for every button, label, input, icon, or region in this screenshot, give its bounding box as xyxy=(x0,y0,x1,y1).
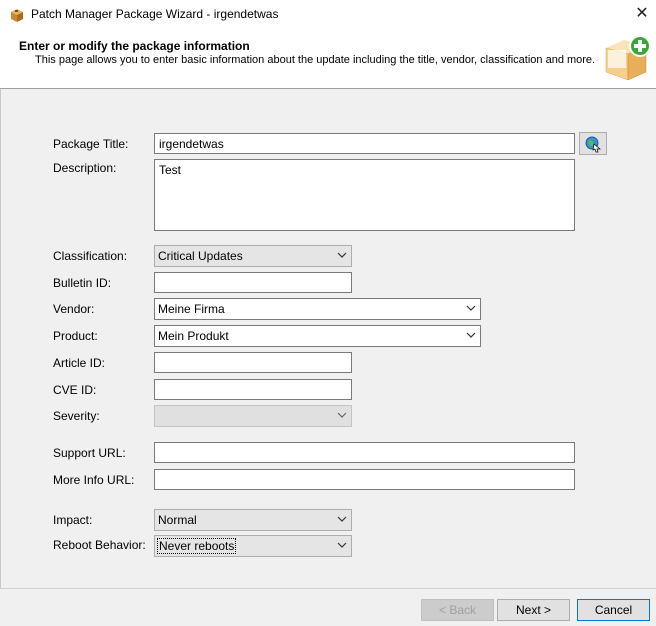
cve-id-label: CVE ID: xyxy=(53,383,97,397)
chevron-down-icon xyxy=(337,252,347,258)
globe-lookup-icon xyxy=(585,136,601,153)
product-label: Product: xyxy=(53,329,98,343)
vendor-combobox[interactable]: Meine Firma xyxy=(154,298,481,320)
support-url-label: Support URL: xyxy=(53,446,126,460)
package-title-input[interactable]: irgendetwas xyxy=(154,133,575,154)
classification-value: Critical Updates xyxy=(158,249,243,263)
page-subtitle: This page allows you to enter basic info… xyxy=(35,54,596,66)
article-id-input[interactable] xyxy=(154,352,352,373)
package-title-label: Package Title: xyxy=(53,137,129,151)
chevron-down-icon xyxy=(337,542,347,548)
product-combobox[interactable]: Mein Produkt xyxy=(154,325,481,347)
impact-value: Normal xyxy=(158,513,197,527)
cancel-button[interactable]: Cancel xyxy=(577,599,650,621)
window-title: Patch Manager Package Wizard - irgendetw… xyxy=(31,7,279,21)
cve-id-input[interactable] xyxy=(154,379,352,400)
bulletin-id-input[interactable] xyxy=(154,272,352,293)
bulletin-id-label: Bulletin ID: xyxy=(53,276,112,290)
support-url-input[interactable] xyxy=(154,442,575,463)
description-textarea[interactable]: Test xyxy=(154,159,575,231)
classification-dropdown[interactable]: Critical Updates xyxy=(154,245,352,267)
description-label: Description: xyxy=(53,161,117,175)
article-id-label: Article ID: xyxy=(53,356,106,370)
add-package-icon xyxy=(602,34,652,84)
chevron-down-icon xyxy=(466,305,476,311)
chevron-down-icon xyxy=(337,516,347,522)
chevron-down-icon xyxy=(466,332,476,338)
reboot-behavior-label: Reboot Behavior: xyxy=(53,538,146,552)
severity-label: Severity: xyxy=(53,409,100,423)
reboot-behavior-value: Never reboots xyxy=(156,538,237,554)
more-info-url-label: More Info URL: xyxy=(53,473,135,487)
reboot-behavior-dropdown[interactable]: Never reboots xyxy=(154,535,352,557)
product-value: Mein Produkt xyxy=(158,329,229,343)
more-info-url-input[interactable] xyxy=(154,469,575,490)
next-button[interactable]: Next > xyxy=(497,599,570,621)
classification-label: Classification: xyxy=(53,249,128,263)
back-button[interactable]: < Back xyxy=(421,599,494,621)
vendor-value: Meine Firma xyxy=(158,302,225,316)
chevron-down-icon xyxy=(337,412,347,418)
vendor-label: Vendor: xyxy=(53,302,95,316)
page-title: Enter or modify the package information xyxy=(19,39,250,53)
impact-dropdown[interactable]: Normal xyxy=(154,509,352,531)
impact-label: Impact: xyxy=(53,513,93,527)
severity-dropdown[interactable] xyxy=(154,405,352,427)
lookup-button[interactable] xyxy=(579,132,607,155)
package-icon xyxy=(9,7,25,23)
close-button[interactable]: ✕ xyxy=(632,4,652,24)
